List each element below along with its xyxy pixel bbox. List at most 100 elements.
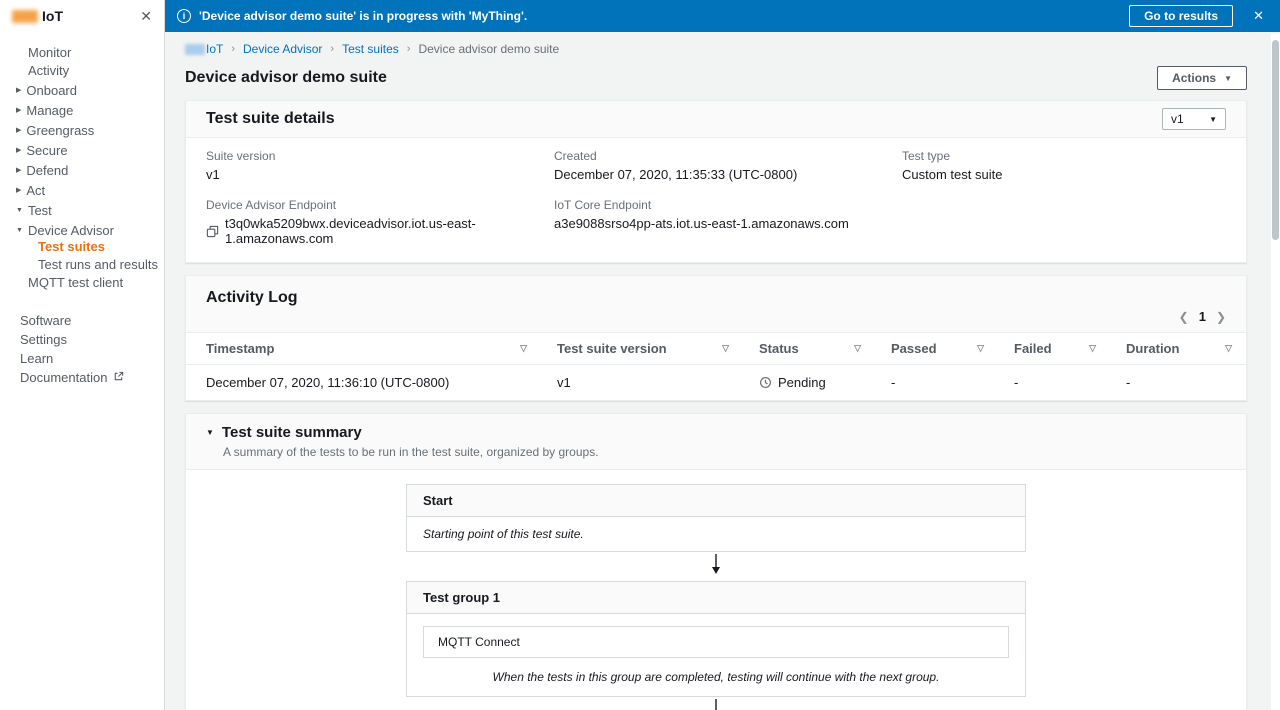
sidebar-item-mqtt-test-client[interactable]: MQTT test client bbox=[0, 276, 164, 290]
pagination-page-1[interactable]: 1 bbox=[1199, 309, 1206, 324]
column-duration[interactable]: Duration ▽ bbox=[1110, 333, 1246, 364]
sidebar-item-test-runs-and-results[interactable]: Test runs and results bbox=[0, 258, 164, 272]
item-label: Settings bbox=[20, 332, 67, 347]
flow-start-title: Start bbox=[407, 485, 1025, 517]
app-root: IoT ✕ Monitor Activity ▶ Onboard ▶ Manag… bbox=[0, 0, 1280, 710]
go-to-results-button[interactable]: Go to results bbox=[1129, 5, 1234, 27]
item-label: Software bbox=[20, 313, 72, 328]
breadcrumb-link-test-suites[interactable]: Test suites bbox=[342, 42, 399, 56]
activity-log-title: Activity Log bbox=[206, 289, 298, 306]
column-failed[interactable]: Failed ▽ bbox=[998, 333, 1110, 364]
sidebar-section-onboard[interactable]: ▶ Onboard bbox=[0, 83, 164, 98]
scrollbar-thumb[interactable] bbox=[1272, 40, 1279, 240]
sidebar-section-test[interactable]: ▼ Test bbox=[0, 203, 164, 218]
section-label: Onboard bbox=[26, 83, 77, 98]
section-label: Act bbox=[26, 183, 46, 198]
page-header: Device advisor demo suite Actions ▼ bbox=[185, 66, 1247, 90]
sidebar-section-act[interactable]: ▶ Act bbox=[0, 183, 164, 198]
version-select[interactable]: v1 ▼ bbox=[1162, 108, 1226, 130]
test-case-mqtt-connect: MQTT Connect bbox=[423, 626, 1009, 658]
activity-log-card: Activity Log ❮ 1 ❯ Timestamp ▽ Test suit… bbox=[185, 275, 1247, 401]
filter-icon[interactable]: ▽ bbox=[1225, 343, 1232, 354]
section-label: Test bbox=[27, 203, 52, 218]
field-value: Custom test suite bbox=[902, 167, 1003, 182]
iot-logo: IoT bbox=[42, 8, 63, 24]
info-icon: i bbox=[177, 9, 191, 23]
filter-icon[interactable]: ▽ bbox=[1089, 343, 1096, 354]
field-device-advisor-endpoint: Device Advisor Endpoint t3q0wka5209bwx.d… bbox=[206, 198, 554, 246]
breadcrumb-current: Device advisor demo suite bbox=[418, 42, 560, 56]
section-label: Manage bbox=[26, 103, 74, 118]
field-label: Created bbox=[554, 149, 597, 163]
sidebar-item-learn[interactable]: Learn bbox=[0, 352, 164, 366]
sidebar-item-activity[interactable]: Activity bbox=[0, 64, 164, 78]
actions-button[interactable]: Actions ▼ bbox=[1157, 66, 1247, 90]
column-passed[interactable]: Passed ▽ bbox=[875, 333, 998, 364]
field-value: December 07, 2020, 11:35:33 (UTC-0800) bbox=[554, 167, 798, 182]
filter-icon[interactable]: ▽ bbox=[854, 343, 861, 354]
filter-icon[interactable]: ▽ bbox=[722, 343, 729, 354]
field-created: Created December 07, 2020, 11:35:33 (UTC… bbox=[554, 149, 902, 182]
filter-icon[interactable]: ▽ bbox=[520, 343, 527, 354]
breadcrumb-link-iot[interactable]: IoT bbox=[185, 42, 223, 56]
sidebar-section-secure[interactable]: ▶ Secure bbox=[0, 143, 164, 158]
sidebar-item-monitor[interactable]: Monitor bbox=[0, 46, 164, 60]
pagination-prev-icon[interactable]: ❮ bbox=[1179, 310, 1189, 324]
test-group-body: MQTT Connect When the tests in this grou… bbox=[407, 614, 1025, 696]
main-area: i 'Device advisor demo suite' is in prog… bbox=[165, 0, 1280, 710]
copy-icon[interactable] bbox=[206, 225, 219, 238]
summary-collapse-toggle[interactable]: ▼ Test suite summary bbox=[206, 424, 1226, 441]
field-label: Device Advisor Endpoint bbox=[206, 198, 337, 212]
page-title: Device advisor demo suite bbox=[185, 69, 387, 86]
sidebar-item-settings[interactable]: Settings bbox=[0, 333, 164, 347]
section-label: Greengrass bbox=[26, 123, 95, 138]
breadcrumb-link-device-advisor[interactable]: Device Advisor bbox=[243, 42, 322, 56]
pagination-next-icon[interactable]: ❯ bbox=[1216, 310, 1226, 324]
sidebar-section-defend[interactable]: ▶ Defend bbox=[0, 163, 164, 178]
cell-timestamp: December 07, 2020, 11:36:10 (UTC-0800) bbox=[206, 375, 450, 390]
cell-version: v1 bbox=[557, 375, 571, 390]
info-banner: i 'Device advisor demo suite' is in prog… bbox=[165, 0, 1280, 32]
summary-title: Test suite summary bbox=[221, 424, 362, 441]
details-card-header: Test suite details v1 ▼ bbox=[186, 101, 1246, 138]
summary-header: ▼ Test suite summary A summary of the te… bbox=[186, 414, 1246, 470]
column-label: Passed bbox=[891, 341, 937, 356]
chevron-right-icon: ▶ bbox=[16, 187, 22, 194]
sidebar-section-device-advisor[interactable]: ▼ Device Advisor bbox=[0, 223, 164, 238]
test-suite-summary-card: ▼ Test suite summary A summary of the te… bbox=[185, 413, 1247, 710]
chevron-right-icon: ▶ bbox=[16, 167, 22, 174]
column-label: Failed bbox=[1014, 341, 1052, 356]
scrollbar-track[interactable] bbox=[1271, 34, 1280, 710]
chevron-right-icon: ▶ bbox=[16, 107, 22, 114]
column-test-suite-version[interactable]: Test suite version ▽ bbox=[541, 333, 743, 364]
chevron-down-icon: ▼ bbox=[1209, 114, 1217, 124]
sidebar-section-greengrass[interactable]: ▶ Greengrass bbox=[0, 123, 164, 138]
page-content: IoT › Device Advisor › Test suites › Dev… bbox=[165, 32, 1280, 710]
section-label: Defend bbox=[26, 163, 69, 178]
column-timestamp[interactable]: Timestamp ▽ bbox=[186, 333, 541, 364]
pending-clock-icon bbox=[759, 376, 772, 389]
chevron-right-icon: ▶ bbox=[16, 127, 22, 134]
section-label: Secure bbox=[26, 143, 68, 158]
details-card-title: Test suite details bbox=[206, 110, 335, 127]
filter-icon[interactable]: ▽ bbox=[977, 343, 984, 354]
endpoint-value: a3e9088srso4pp-ats.iot.us-east-1.amazona… bbox=[554, 216, 849, 231]
cell-failed: - bbox=[1014, 375, 1019, 390]
sidebar-section-manage[interactable]: ▶ Manage bbox=[0, 103, 164, 118]
chevron-right-icon: ▶ bbox=[16, 147, 22, 154]
breadcrumb: IoT › Device Advisor › Test suites › Dev… bbox=[185, 42, 1247, 56]
field-label: Suite version bbox=[206, 149, 276, 163]
activity-table-header: Timestamp ▽ Test suite version ▽ Status … bbox=[186, 332, 1246, 365]
test-suite-details-card: Test suite details v1 ▼ Suite version v1… bbox=[185, 100, 1247, 263]
table-row[interactable]: December 07, 2020, 11:36:10 (UTC-0800) v… bbox=[186, 365, 1246, 400]
sidebar-close-icon[interactable]: ✕ bbox=[140, 8, 152, 25]
flow-start-box: Start Starting point of this test suite. bbox=[406, 484, 1026, 552]
sidebar-item-test-suites[interactable]: Test suites bbox=[0, 240, 164, 254]
chevron-down-icon: ▼ bbox=[16, 207, 23, 214]
sidebar-item-software[interactable]: Software bbox=[0, 314, 164, 328]
sidebar-item-documentation[interactable]: Documentation bbox=[0, 371, 164, 385]
banner-close-icon[interactable]: ✕ bbox=[1253, 8, 1264, 24]
field-label: Test type bbox=[902, 149, 951, 163]
column-status[interactable]: Status ▽ bbox=[743, 333, 875, 364]
cell-passed: - bbox=[891, 375, 896, 390]
